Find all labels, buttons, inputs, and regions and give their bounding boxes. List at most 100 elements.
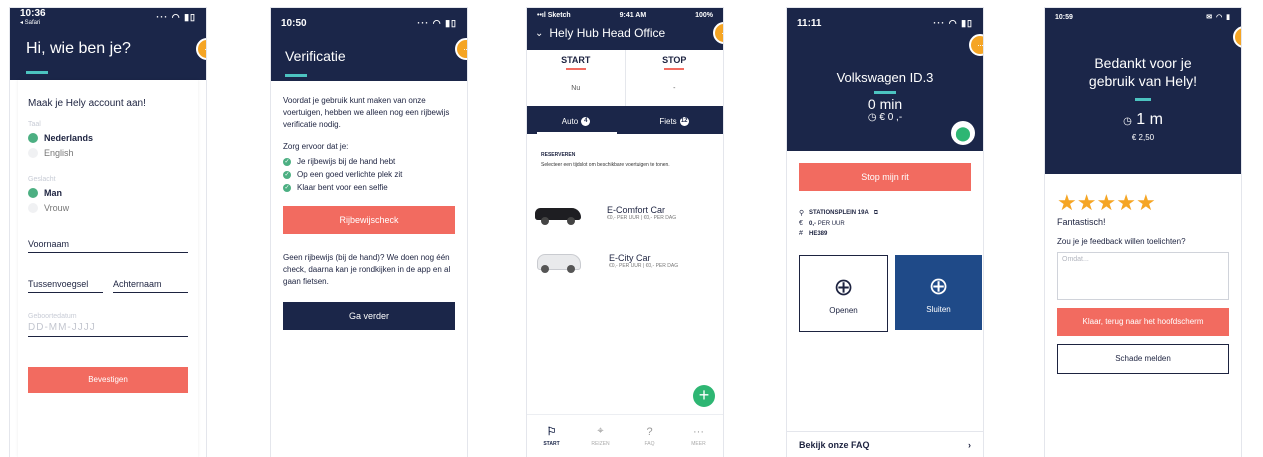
stop-underline [664,68,685,70]
nav-more[interactable]: ··· MEER [674,415,723,457]
last-name-field[interactable]: Achternaam [113,279,188,293]
nav-trips[interactable]: ⌖ REIZEN [576,415,625,457]
tab-auto[interactable]: Auto 4 [527,108,625,134]
stop-sub: - [673,85,676,92]
language-option-nl[interactable]: Nederlands [28,133,188,143]
radio-label: Vrouw [44,203,70,213]
title-underline [285,74,307,77]
status-icons: ··· ◠ ▮▯ [156,11,196,22]
chat-button[interactable]: ··· [713,22,723,44]
nav-start[interactable]: ⚐ START [527,415,576,457]
title-underline [874,91,896,94]
tab-label: Fiets [659,116,677,126]
open-button[interactable]: ⊕ Openen [799,255,888,332]
status-icons: ··· ◠ ▮▯ [933,17,973,28]
hub-selector[interactable]: ⌄ Hely Hub Head Office [535,26,665,40]
clock-icon: ◷ [867,112,877,123]
lock-icon: ⊕ [928,272,949,300]
checklist-text: Op een goed verlichte plek zit [297,170,403,179]
chat-button[interactable]: ··· [455,38,467,60]
status-carrier: ••ıl Sketch [537,11,571,19]
header: 10:59 ✉ ◠ ▮ ··· Bedankt voor je gebruik … [1045,8,1241,174]
report-damage-button[interactable]: Schade melden [1057,344,1229,374]
plus-icon: + [698,385,710,405]
star-icon[interactable]: ★ [1057,190,1077,215]
status-battery: 100% [695,11,713,19]
address-text: STATIONSPLEIN 19A [809,210,869,216]
tab-bike[interactable]: Fiets 12 [625,108,723,134]
continue-button[interactable]: Ga verder [283,302,455,330]
status-bar: ••ıl Sketch 9:41 AM 100% [527,8,723,22]
count-badge: 12 [679,116,689,126]
reserve-heading: RESERVEREN [541,152,576,158]
vehicle-name: Volkswagen ID.3 [836,70,934,85]
star-icon[interactable]: ★ [1077,190,1097,215]
vehicle-name: E-City Car [609,253,651,263]
tab-label: Auto [561,116,579,126]
thanks-title: Bedankt voor je gebruik van Hely! [1045,26,1241,90]
chevron-down-icon: ⌄ [535,27,544,39]
price-unit: PER UUR [817,220,845,227]
status-bar: 11:11 ··· ◠ ▮▯ [787,8,983,38]
feedback-placeholder: Omdat... [1062,256,1089,263]
location-pin-icon[interactable]: ⬤ [951,121,975,145]
ride-cost: ◷ € 0 ,- [787,112,983,123]
close-button[interactable]: ⊕ Sluiten [895,255,982,330]
chat-icon: ··· [204,44,206,54]
ride-cost: € 2,50 [1131,133,1155,142]
faq-link[interactable]: Bekijk onze FAQ › [787,431,983,457]
ride-content: Stop mijn rit ⚲ STATIONSPLEIN 19A ⧉ €0,- P… [787,151,983,237]
no-license-text: Geen rijbewijs (bij de hand)? We doen no… [283,253,451,286]
start-picker[interactable]: START Vandaag Nu [527,50,625,106]
price-row: €0,- PER UUR [799,220,971,227]
middle-name-field[interactable]: Tussenvoegsel [28,279,103,293]
stop-ride-button[interactable]: Stop mijn rit [799,163,971,191]
birthdate-field[interactable]: DD-MM-JJJJ [28,322,188,337]
vehicle-row-comfort[interactable]: E-Comfort Car €0,- PER UUR | €0,- PER DA… [535,202,676,225]
star-icon[interactable]: ★ [1096,190,1116,215]
header: 10:50 ··· ◠ ▮▯ ··· Verificatie [271,8,467,81]
thanks-line: gebruik van Hely! [1088,73,1198,89]
status-bar: 10:36 ◂ Safari ··· ◠ ▮▯ [10,8,206,26]
radio-label: English [44,148,74,158]
language-option-en[interactable]: English [28,148,188,158]
header: 11:11 ··· ◠ ▮▯ ··· Volkswagen ID.3 0 min… [787,8,983,151]
header: ••ıl Sketch 9:41 AM 100% ⌄ Hely Hub Head… [527,8,723,118]
add-button[interactable]: + [693,385,715,407]
status-time: 11:11 [797,17,822,29]
vehicle-row-city[interactable]: E-City Car €0,- PER UUR | €0,- PER DAG [535,250,678,273]
thanks-line: Bedankt voor je [1094,55,1192,71]
chat-button[interactable]: ··· [196,38,206,60]
vehicle-details: ⚲ STATIONSPLEIN 19A ⧉ €0,- PER UUR # HE389 [799,209,971,238]
nav-label: START [543,441,560,447]
license-check-button[interactable]: Rijbewijscheck [283,206,455,234]
screen-ride-finished: 10:59 ✉ ◠ ▮ ··· Bedankt voor je gebruik … [1045,8,1241,457]
nav-faq[interactable]: ? FAQ [625,415,674,457]
vehicle-info: E-Comfort Car €0,- PER UUR | €0,- PER DA… [607,205,676,221]
intro-text: Voordat je gebruik kunt maken van onze v… [283,96,450,129]
page-title: Hi, wie ben je? [26,40,131,57]
checklist-item: ✓ Klaar bent voor een selfie [283,183,455,192]
duration-value: 1 m [1136,111,1163,128]
address-row[interactable]: ⚲ STATIONSPLEIN 19A ⧉ [799,209,971,218]
back-to-safari[interactable]: ◂ Safari [20,19,46,26]
radio-label: Man [44,188,62,198]
confirm-button[interactable]: Bevestigen [28,367,188,393]
duration: 0 min [787,96,983,112]
chevron-right-icon: › [968,439,971,450]
stop-picker[interactable]: STOP Vandaag - [624,50,724,106]
nav-label: MEER [691,440,706,447]
radio-selected [28,188,38,198]
radio-unselected [28,148,38,158]
first-name-field[interactable]: Voornaam [28,239,188,253]
star-icon[interactable]: ★ [1116,190,1136,215]
status-bar: 10:50 ··· ◠ ▮▯ [271,8,467,38]
feedback-input[interactable]: Omdat... [1057,252,1229,300]
name-row: Tussenvoegsel Achternaam [28,279,188,293]
birthdate-label: Geboortedatum [28,313,77,320]
gender-option-man[interactable]: Man [28,188,188,198]
back-home-button[interactable]: Klaar, terug naar het hoofdscherm [1057,308,1229,336]
star-icon[interactable]: ★ [1136,190,1156,215]
gender-option-woman[interactable]: Vrouw [28,203,188,213]
chat-icon: ··· [977,40,983,50]
